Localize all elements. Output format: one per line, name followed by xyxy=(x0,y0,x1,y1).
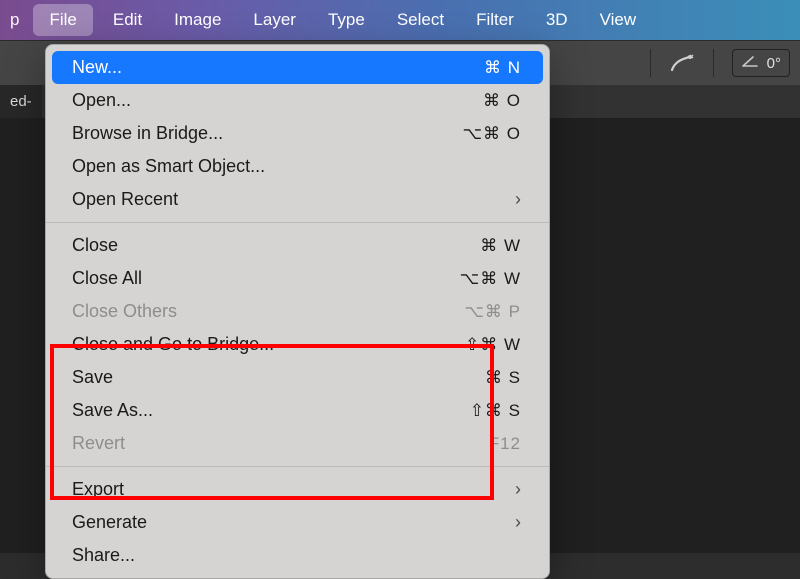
menu-item-shortcut: ⌘ S xyxy=(485,368,521,388)
menubar-label: 3D xyxy=(546,10,568,30)
angle-icon xyxy=(741,54,759,72)
options-divider xyxy=(713,49,714,77)
menubar-label: Layer xyxy=(253,10,296,30)
menu-item-new[interactable]: New... ⌘ N xyxy=(52,51,543,84)
menubar-item-edit[interactable]: Edit xyxy=(97,0,158,40)
angle-value: 0° xyxy=(767,55,781,72)
rotation-angle-field[interactable]: 0° xyxy=(732,49,790,77)
menu-separator xyxy=(46,466,549,467)
menubar-label: View xyxy=(600,10,637,30)
menu-item-export[interactable]: Export › xyxy=(46,473,549,506)
menubar-label: Image xyxy=(174,10,221,30)
menubar-label: Filter xyxy=(476,10,514,30)
menu-item-close-go-to-bridge[interactable]: Close and Go to Bridge... ⇧⌘ W xyxy=(46,328,549,361)
menu-item-generate[interactable]: Generate › xyxy=(46,506,549,539)
menu-item-open[interactable]: Open... ⌘ O xyxy=(46,84,549,117)
document-tab-label-fragment: ed- xyxy=(10,93,32,110)
menu-item-label: Close xyxy=(72,235,118,256)
menu-item-browse-in-bridge[interactable]: Browse in Bridge... ⌥⌘ O xyxy=(46,117,549,150)
menu-item-revert: Revert F12 xyxy=(46,427,549,460)
menu-item-save[interactable]: Save ⌘ S xyxy=(46,361,549,394)
menu-item-label: New... xyxy=(72,57,122,78)
menu-item-share[interactable]: Share... xyxy=(46,539,549,572)
menu-item-close-others: Close Others ⌥⌘ P xyxy=(46,295,549,328)
menubar-item-file[interactable]: File xyxy=(33,4,92,36)
menu-item-label: Save As... xyxy=(72,400,153,421)
file-menu-dropdown: New... ⌘ N Open... ⌘ O Browse in Bridge.… xyxy=(45,44,550,579)
menu-item-label: Open as Smart Object... xyxy=(72,156,265,177)
remove-background-icon[interactable] xyxy=(669,53,695,73)
menubar-label: Select xyxy=(397,10,444,30)
app-name-fragment: p xyxy=(0,10,29,30)
menu-item-shortcut: ⇧⌘ W xyxy=(465,335,521,355)
menu-item-shortcut: ⌘ O xyxy=(483,91,521,111)
menubar-item-type[interactable]: Type xyxy=(312,0,381,40)
chevron-right-icon: › xyxy=(515,189,521,210)
menu-item-label: Close Others xyxy=(72,301,177,322)
menu-item-label: Close and Go to Bridge... xyxy=(72,334,274,355)
menubar-label: Edit xyxy=(113,10,142,30)
app-menubar: p File Edit Image Layer Type Select Filt… xyxy=(0,0,800,40)
menubar-item-3d[interactable]: 3D xyxy=(530,0,584,40)
menu-separator xyxy=(46,222,549,223)
menu-item-label: Revert xyxy=(72,433,125,454)
menu-item-label: Close All xyxy=(72,268,142,289)
menubar-item-filter[interactable]: Filter xyxy=(460,0,530,40)
menu-item-label: Generate xyxy=(72,512,147,533)
menu-item-label: Open Recent xyxy=(72,189,178,210)
menu-item-open-as-smart-object[interactable]: Open as Smart Object... xyxy=(46,150,549,183)
menu-item-shortcut: ⌥⌘ P xyxy=(464,302,521,322)
document-tab[interactable]: ed- xyxy=(0,85,42,118)
chevron-right-icon: › xyxy=(515,512,521,533)
menu-item-label: Browse in Bridge... xyxy=(72,123,223,144)
menu-item-label: Share... xyxy=(72,545,135,566)
menubar-item-image[interactable]: Image xyxy=(158,0,237,40)
menu-item-shortcut: ⌥⌘ W xyxy=(460,269,521,289)
menu-item-shortcut: ⇧⌘ S xyxy=(470,401,521,421)
menu-item-close[interactable]: Close ⌘ W xyxy=(46,229,549,262)
options-divider xyxy=(650,49,651,77)
menubar-label: File xyxy=(49,10,76,30)
menu-item-close-all[interactable]: Close All ⌥⌘ W xyxy=(46,262,549,295)
menubar-label: Type xyxy=(328,10,365,30)
menu-item-label: Open... xyxy=(72,90,131,111)
menu-item-shortcut: ⌥⌘ O xyxy=(462,124,521,144)
menu-item-shortcut: ⌘ W xyxy=(480,236,521,256)
menubar-item-select[interactable]: Select xyxy=(381,0,460,40)
menubar-item-view[interactable]: View xyxy=(584,0,653,40)
menu-item-save-as[interactable]: Save As... ⇧⌘ S xyxy=(46,394,549,427)
menu-item-shortcut: ⌘ N xyxy=(484,58,521,78)
chevron-right-icon: › xyxy=(515,479,521,500)
menu-item-shortcut: F12 xyxy=(489,434,521,454)
menu-item-label: Export xyxy=(72,479,124,500)
menu-item-open-recent[interactable]: Open Recent › xyxy=(46,183,549,216)
menu-item-label: Save xyxy=(72,367,113,388)
menubar-item-layer[interactable]: Layer xyxy=(237,0,312,40)
